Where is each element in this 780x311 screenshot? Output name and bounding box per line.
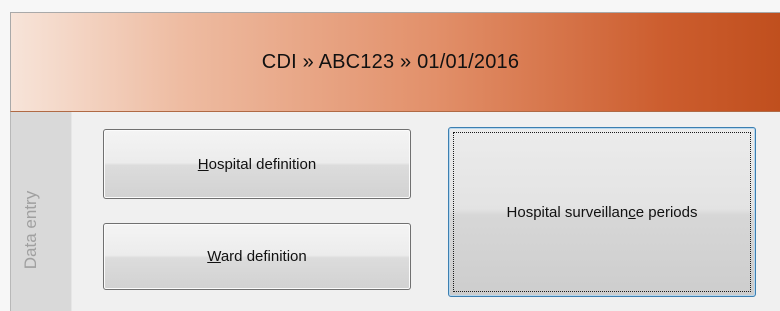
window-left-border [0,0,10,311]
breadcrumb: CDI » ABC123 » 01/01/2016 [261,50,520,73]
hospital-definition-label: Hospital definition [197,155,317,173]
hospital-surveillance-periods-button[interactable]: Hospital surveillance periods [448,127,756,297]
hospital-surveillance-periods-label: Hospital surveillance periods [506,203,698,221]
ward-definition-label: Ward definition [207,248,307,265]
ward-definition-button[interactable]: Ward definition [103,223,411,290]
breadcrumb-header: CDI » ABC123 » 01/01/2016 [10,12,780,112]
data-entry-side-tab[interactable] [10,112,72,311]
window-top-border [0,0,780,12]
hospital-definition-button[interactable]: Hospital definition [103,129,411,199]
app-window: CDI » ABC123 » 01/01/2016 Data entry Hos… [0,0,780,311]
side-tab-label: Data entry [21,190,40,270]
